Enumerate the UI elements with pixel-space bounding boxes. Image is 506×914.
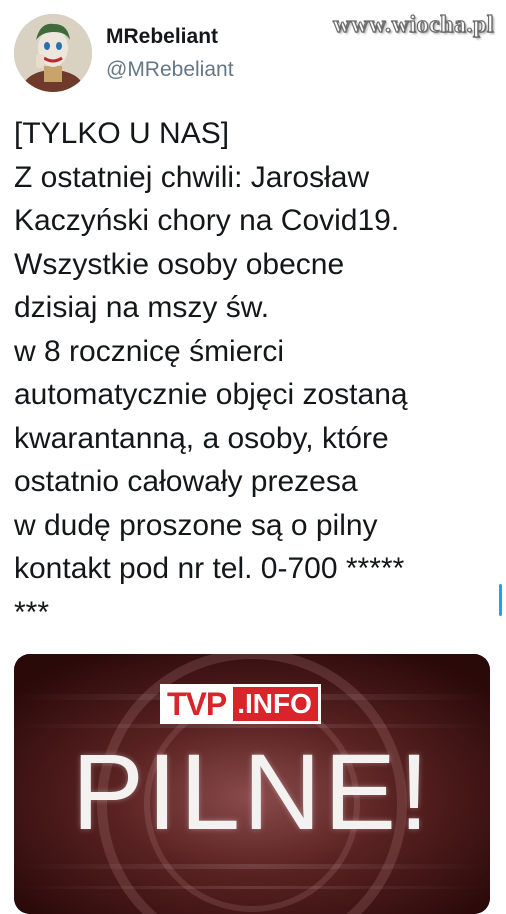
breaking-news-headline: PILNE! (71, 731, 433, 852)
user-names: MRebeliant @MRebeliant (106, 24, 234, 83)
joker-avatar-image (14, 14, 92, 92)
tvp-info-logo: TVP .INFO (160, 684, 321, 724)
tweet-text-line: Wszystkie osoby obecne (14, 247, 345, 281)
tweet-text-line: kwarantanną, a osoby, które (14, 421, 389, 455)
tweet-media-image[interactable]: TVP .INFO PILNE! (14, 654, 490, 914)
scroll-indicator[interactable] (499, 584, 502, 616)
info-logo-text: .INFO (237, 688, 312, 719)
user-handle: @MRebeliant (106, 58, 234, 81)
tweet-text-line: dzisiaj na mszy św. (14, 291, 270, 324)
tweet-text-line: *** (14, 595, 50, 629)
tvp-logo-box: TVP (160, 684, 234, 724)
tweet-text-line: kontakt pod nr tel. 0-700 ***** (14, 552, 405, 585)
tweet-text-line: ostatnio całowały prezesa (14, 465, 358, 498)
tweet-text-line: w 8 rocznicę śmierci (14, 334, 285, 368)
tweet-text: [TYLKO U NAS] Z ostatniej chwili: Jarosł… (14, 112, 494, 634)
display-name[interactable]: MRebeliant (106, 24, 234, 50)
tvp-logo-text: TVP (167, 686, 227, 722)
tweet-text-line: w dudę proszone są o pilny (14, 508, 378, 542)
site-watermark: www.wiocha.pl (332, 11, 494, 38)
avatar[interactable] (14, 14, 92, 92)
info-logo-box: .INFO (233, 684, 321, 724)
tweet-text-line: [TYLKO U NAS] (14, 117, 230, 150)
tweet-text-line: Kaczyński chory na Covid19. (14, 204, 400, 237)
tweet-text-line: Z ostatniej chwili: Jarosław (14, 160, 370, 194)
tweet-text-line: automatycznie objęci zostaną (14, 378, 408, 411)
